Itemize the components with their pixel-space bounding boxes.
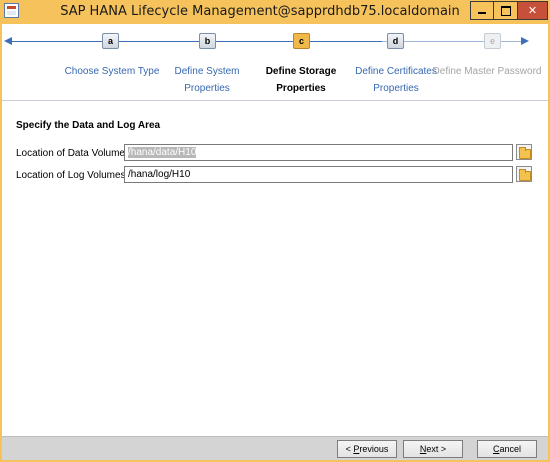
roadmap-back-arrow-icon xyxy=(4,37,12,45)
roadmap-divider xyxy=(2,100,548,101)
window-title: SAP HANA Lifecycle Management@sapprdhdb7… xyxy=(60,4,460,19)
minimize-button[interactable] xyxy=(470,1,494,20)
log-volumes-value: /hana/log/H10 xyxy=(128,169,191,180)
app-icon[interactable] xyxy=(4,3,19,18)
step-a-label-line1: Choose System Type xyxy=(64,66,160,77)
step-a-marker[interactable]: a xyxy=(102,33,119,49)
close-button[interactable]: ✕ xyxy=(518,1,548,20)
next-button[interactable]: Next > xyxy=(403,440,463,458)
step-b-marker[interactable]: b xyxy=(199,33,216,49)
step-c-label: Define Storage Properties xyxy=(251,63,351,97)
step-b-label-line2: Properties xyxy=(184,83,230,94)
section-title: Specify the Data and Log Area xyxy=(16,120,161,131)
roadmap-line xyxy=(12,41,382,42)
maximize-button[interactable] xyxy=(494,1,518,20)
next-rest: ext > xyxy=(426,444,447,454)
step-c-marker[interactable]: c xyxy=(293,33,310,49)
installer-window: SAP HANA Lifecycle Management@sapprdhdb7… xyxy=(0,0,550,462)
step-d-marker: d xyxy=(387,33,404,49)
step-b-label-line1: Define System xyxy=(174,66,240,77)
cancel-rest: ancel xyxy=(499,444,521,454)
step-a-label[interactable]: Choose System Type xyxy=(60,63,164,80)
data-volumes-value: /hana/data/H10 xyxy=(128,147,197,158)
step-e-label: Define Master Password xyxy=(428,63,546,80)
roadmap: a b c d e Choose System Type Define Syst… xyxy=(2,24,548,100)
title-bar[interactable]: SAP HANA Lifecycle Management@sapprdhdb7… xyxy=(0,0,550,24)
step-b-label[interactable]: Define System Properties xyxy=(157,63,257,97)
data-volumes-input[interactable]: /hana/data/H10 xyxy=(124,144,513,161)
client-area: a b c d e Choose System Type Define Syst… xyxy=(2,24,548,460)
step-c-label-line2: Properties xyxy=(276,83,326,94)
step-e-label-line1: Define Master Password xyxy=(432,66,542,77)
log-volumes-label: Location of Log Volumes: xyxy=(16,170,129,181)
button-bar: < Previous Next > Cancel xyxy=(2,436,548,460)
step-e-marker: e xyxy=(484,33,501,49)
step-d-label-line2: Properties xyxy=(373,83,419,94)
roadmap-forward-arrow-icon xyxy=(521,37,529,45)
previous-rest: revious xyxy=(359,444,389,454)
step-c-label-line1: Define Storage xyxy=(265,66,337,77)
data-volumes-label: Location of Data Volumes: xyxy=(16,148,133,159)
data-volumes-browse-button[interactable] xyxy=(516,144,532,160)
previous-button[interactable]: < Previous xyxy=(337,440,397,458)
log-volumes-input[interactable]: /hana/log/H10 xyxy=(124,166,513,183)
cancel-button[interactable]: Cancel xyxy=(477,440,537,458)
close-icon: ✕ xyxy=(527,4,538,17)
log-volumes-browse-button[interactable] xyxy=(516,166,532,182)
